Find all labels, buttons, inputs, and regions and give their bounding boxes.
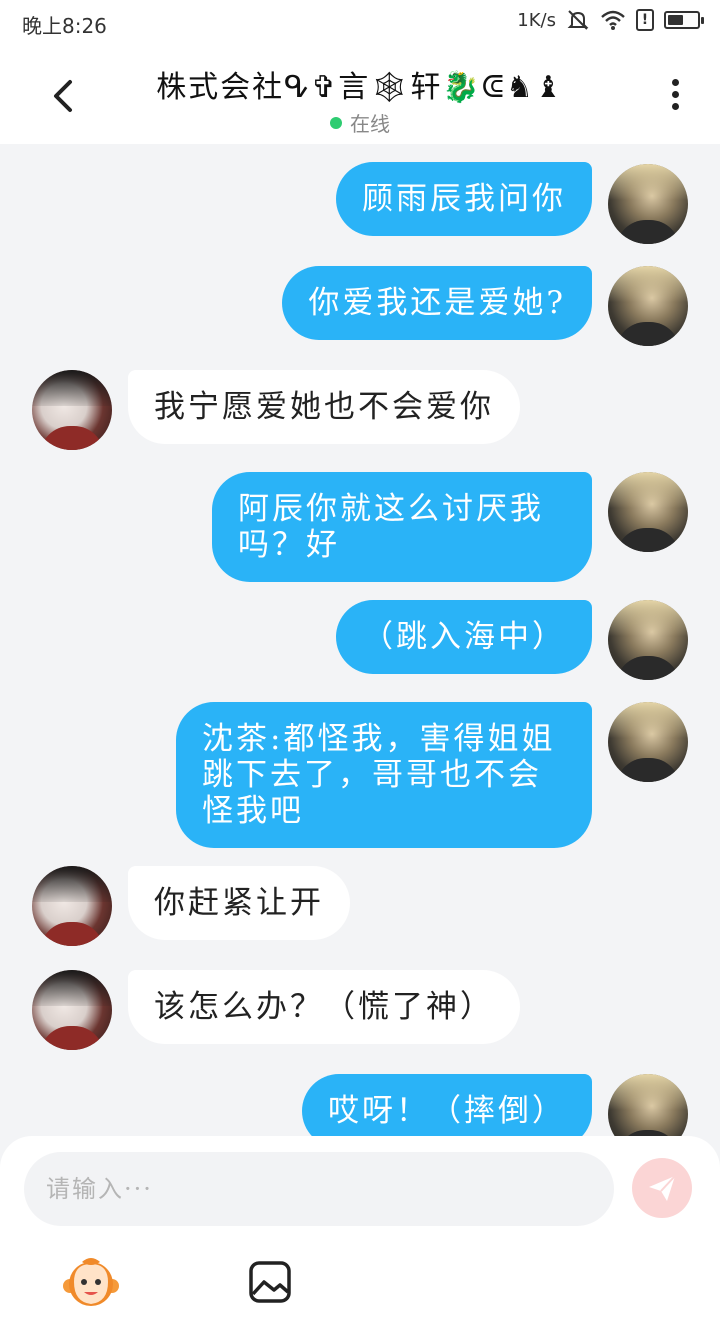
emoji-button[interactable] [62,1256,120,1312]
avatar-contact[interactable] [32,970,112,1050]
battery-icon [664,11,704,29]
avatar-self[interactable] [608,164,688,244]
online-status-label: 在线 [350,112,390,136]
online-status: 在线 [140,108,580,137]
battery-fill [668,15,683,25]
chat-header: 株式会社ᕴ✞言🕸轩🐉ᕳ♞♝ 在线 [0,44,720,144]
message-bubble-sent[interactable]: 沈茶:都怪我，害得姐姐跳下去了，哥哥也不会怪我吧 [176,702,592,848]
title-block: 株式会社ᕴ✞言🕸轩🐉ᕳ♞♝ 在线 [140,62,580,137]
message-bubble-sent[interactable]: 哎呀！（摔倒） [302,1074,592,1138]
composer [0,1136,720,1344]
message-bubble-sent[interactable]: 阿辰你就这么讨厌我吗？好 [212,472,592,582]
status-icons: 1K/s ! [517,9,704,31]
message-bubble-sent[interactable]: 你爱我还是爱她? [282,266,592,340]
image-picker-button[interactable] [248,1260,292,1304]
avatar-self[interactable] [608,266,688,346]
chevron-left-icon [54,80,72,112]
back-button[interactable] [44,74,84,118]
avatar-self[interactable] [608,600,688,680]
monkey-face-icon [63,1258,119,1306]
avatar-contact[interactable] [32,866,112,946]
message-bubble-received[interactable]: 我宁愿爱她也不会爱你 [128,370,520,444]
message-bubble-sent[interactable]: 顾雨辰我问你 [336,162,592,236]
message-input[interactable] [24,1152,614,1226]
mute-bell-icon [566,9,590,31]
wifi-icon [600,9,626,31]
send-button[interactable] [632,1158,692,1218]
avatar-self[interactable] [608,1074,688,1138]
network-speed: 1K/s [517,9,556,31]
status-bar: 晚上8:26 1K/s ! [0,0,720,44]
chat-title: 株式会社ᕴ✞言🕸轩🐉ᕳ♞♝ [156,70,564,105]
message-bubble-received[interactable]: 你赶紧让开 [128,866,350,940]
avatar-self[interactable] [608,472,688,552]
avatar-self[interactable] [608,702,688,782]
status-time: 晚上8:26 [22,14,107,38]
image-icon [249,1261,291,1303]
message-bubble-received[interactable]: 该怎么办？（慌了神） [128,970,520,1044]
avatar-contact[interactable] [32,370,112,450]
online-dot-icon [330,116,342,129]
message-list[interactable]: 顾雨辰我问你 你爱我还是爱她? 我宁愿爱她也不会爱你 阿辰你就这么讨厌我吗？好 … [0,144,720,1138]
alert-icon: ! [636,9,654,31]
paper-plane-icon [649,1175,676,1201]
message-bubble-sent[interactable]: （跳入海中） [336,600,592,674]
more-options-button[interactable] [660,74,690,118]
more-vertical-icon [660,79,690,110]
